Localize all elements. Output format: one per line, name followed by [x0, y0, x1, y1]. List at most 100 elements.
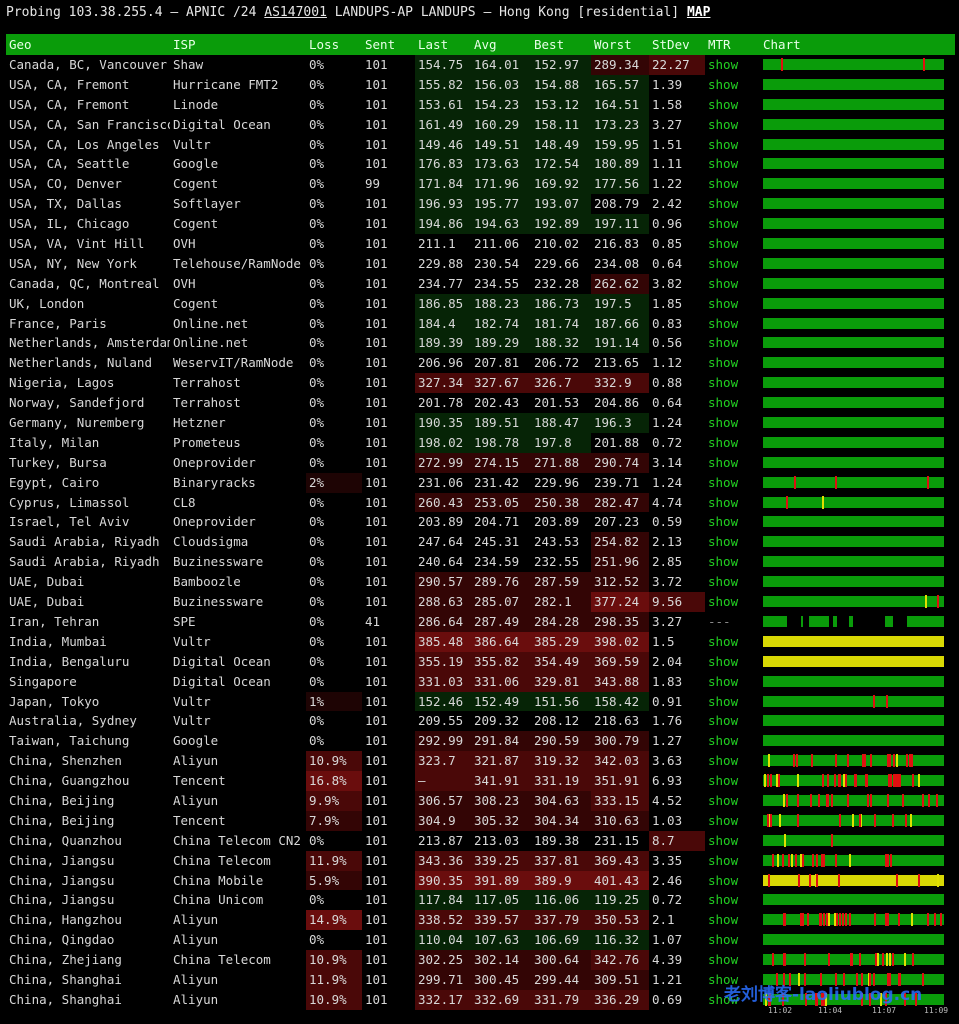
latency-chart: [757, 930, 955, 950]
cell-stdev: 1.58: [652, 96, 683, 112]
cell-best: 331.19: [531, 771, 591, 791]
mtr-show-link[interactable]: show: [705, 433, 757, 453]
mtr-show-link[interactable]: show: [705, 632, 757, 652]
cell-isp: Online.net: [173, 315, 249, 331]
mtr-show-link[interactable]: show: [705, 115, 757, 135]
loss-spike: [886, 694, 888, 708]
cell-isp: Google: [173, 733, 219, 749]
table-row: China, Quanzhou China Telecom CN2 0% 101 213…: [6, 830, 955, 851]
cell-stdev: 3.27: [652, 613, 683, 629]
cell-last: 327.34: [415, 373, 471, 394]
table-row: USA, CA, Fremont Hurricane FMT2 0% 101 155.8…: [6, 74, 955, 95]
mtr-show-link[interactable]: show: [705, 55, 757, 75]
mtr-show-link[interactable]: show: [705, 512, 757, 532]
mtr-show-link[interactable]: show: [705, 373, 757, 393]
mtr-show-link[interactable]: show: [705, 453, 757, 473]
mtr-show-link[interactable]: show: [705, 692, 757, 712]
cell-isp: OVH: [173, 236, 196, 252]
cell-geo: Australia, Sydney: [9, 713, 137, 729]
mtr-show-link[interactable]: show: [705, 194, 757, 214]
loss-spike: [859, 813, 861, 827]
mtr-show-link[interactable]: show: [705, 572, 757, 592]
chart-gap: [787, 615, 801, 627]
mtr-show-link[interactable]: show: [705, 672, 757, 692]
cell-geo: Japan, Tokyo: [9, 693, 100, 709]
cell-loss: 0%: [309, 574, 325, 590]
cell-sent: 101: [365, 454, 388, 470]
cell-geo: China, Beijing: [9, 812, 115, 828]
mtr-show-link[interactable]: show: [705, 831, 757, 851]
cell-geo: China, Jiangsu: [9, 892, 115, 908]
mtr-show-link[interactable]: show: [705, 135, 757, 155]
mtr-show-link[interactable]: show: [705, 413, 757, 433]
cell-loss: 0%: [309, 832, 325, 848]
map-link[interactable]: MAP: [687, 5, 710, 20]
table-row: UAE, Dubai Bamboozle 0% 101 290.57 289.76 287.…: [6, 572, 955, 593]
mtr-show-link[interactable]: show: [705, 254, 757, 274]
mtr-show-link[interactable]: show: [705, 393, 757, 413]
cell-avg: 207.81: [474, 355, 520, 371]
cell-best: 148.49: [531, 134, 591, 155]
mtr-show-link[interactable]: show: [705, 75, 757, 95]
mtr-show-link[interactable]: show: [705, 711, 757, 731]
mtr-show-link[interactable]: show: [705, 592, 757, 612]
mtr-show-link[interactable]: show: [705, 154, 757, 174]
mtr-show-link[interactable]: show: [705, 771, 757, 791]
mtr-show-link[interactable]: show: [705, 473, 757, 493]
loss-spike: [937, 595, 939, 609]
mtr-show-link[interactable]: show: [705, 314, 757, 334]
mtr-show-link[interactable]: show: [705, 731, 757, 751]
latency-chart: [757, 811, 955, 831]
mtr-show-link[interactable]: ---: [705, 612, 757, 632]
latency-chart: [757, 711, 955, 731]
mtr-show-link[interactable]: show: [705, 890, 757, 910]
cell-isp: China Mobile: [173, 872, 264, 888]
cell-stdev: 3.27: [652, 116, 683, 132]
cell-isp: Google: [173, 156, 219, 172]
mtr-show-link[interactable]: show: [705, 751, 757, 771]
cell-stdev: 0.72: [652, 892, 683, 908]
mtr-show-link[interactable]: show: [705, 552, 757, 572]
cell-last: 272.99: [415, 452, 471, 473]
mtr-show-link[interactable]: show: [705, 851, 757, 871]
cell-isp: Terrahost: [173, 395, 241, 411]
loss-spike: [887, 913, 889, 927]
mtr-show-link[interactable]: show: [705, 532, 757, 552]
mtr-show-link[interactable]: show: [705, 871, 757, 891]
cell-loss: 0%: [309, 255, 325, 271]
mtr-show-link[interactable]: show: [705, 493, 757, 513]
mtr-show-link[interactable]: show: [705, 791, 757, 811]
table-row: USA, TX, Dallas Softlayer 0% 101 196.93 195.7…: [6, 194, 955, 215]
table-row: Netherlands, Nuland WeservIT/RamNode 0% 101…: [6, 353, 955, 373]
mtr-show-link[interactable]: show: [705, 95, 757, 115]
latency-sparkline: [763, 118, 944, 130]
cell-loss: 0%: [309, 216, 325, 232]
cell-stdev: 2.46: [652, 872, 683, 888]
cell-isp: China Telecom: [173, 952, 271, 968]
cell-geo: Taiwan, Taichung: [9, 733, 130, 749]
cell-worst: 177.56: [591, 174, 649, 195]
cell-worst: 369.59: [591, 651, 649, 672]
mtr-show-link[interactable]: show: [705, 353, 757, 373]
mtr-show-link[interactable]: show: [705, 214, 757, 234]
cell-isp: Aliyun: [173, 971, 219, 987]
cell-best: 250.38: [531, 492, 591, 513]
mtr-show-link[interactable]: show: [705, 652, 757, 672]
mtr-show-link[interactable]: show: [705, 910, 757, 930]
mtr-show-link[interactable]: show: [705, 333, 757, 353]
mtr-show-link[interactable]: show: [705, 234, 757, 254]
cell-avg: 355.82: [471, 651, 531, 672]
asn-link[interactable]: AS147001: [264, 5, 327, 20]
mtr-show-link[interactable]: show: [705, 950, 757, 970]
cell-stdev: 1.03: [652, 812, 683, 828]
mtr-show-link[interactable]: show: [705, 930, 757, 950]
table-row: Norway, Sandefjord Terrahost 0% 101 201.78 20…: [6, 393, 955, 413]
mtr-show-link[interactable]: show: [705, 174, 757, 194]
mtr-show-link[interactable]: show: [705, 294, 757, 314]
loss-spike: [849, 913, 851, 927]
loss-spike: [882, 953, 884, 967]
mtr-show-link[interactable]: show: [705, 274, 757, 294]
cell-geo: India, Bengaluru: [9, 653, 130, 669]
latency-chart: [757, 75, 955, 95]
mtr-show-link[interactable]: show: [705, 811, 757, 831]
